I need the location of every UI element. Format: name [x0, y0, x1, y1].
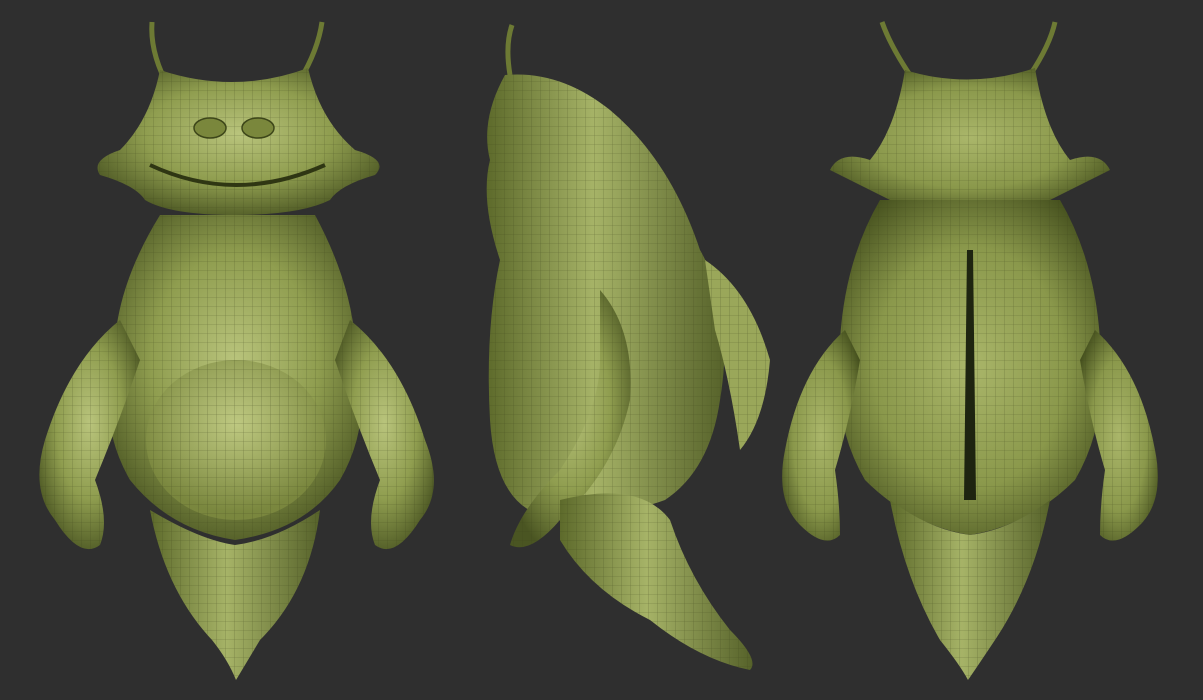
back-view	[770, 0, 1203, 700]
side-antenna	[505, 24, 515, 76]
back-right-antenna	[1027, 21, 1058, 77]
left-eye	[193, 117, 227, 139]
viewport-canvas	[0, 0, 1203, 700]
side-view	[450, 0, 790, 700]
right-eye	[241, 117, 275, 139]
front-view	[0, 0, 440, 700]
back-left-antenna	[879, 21, 913, 77]
